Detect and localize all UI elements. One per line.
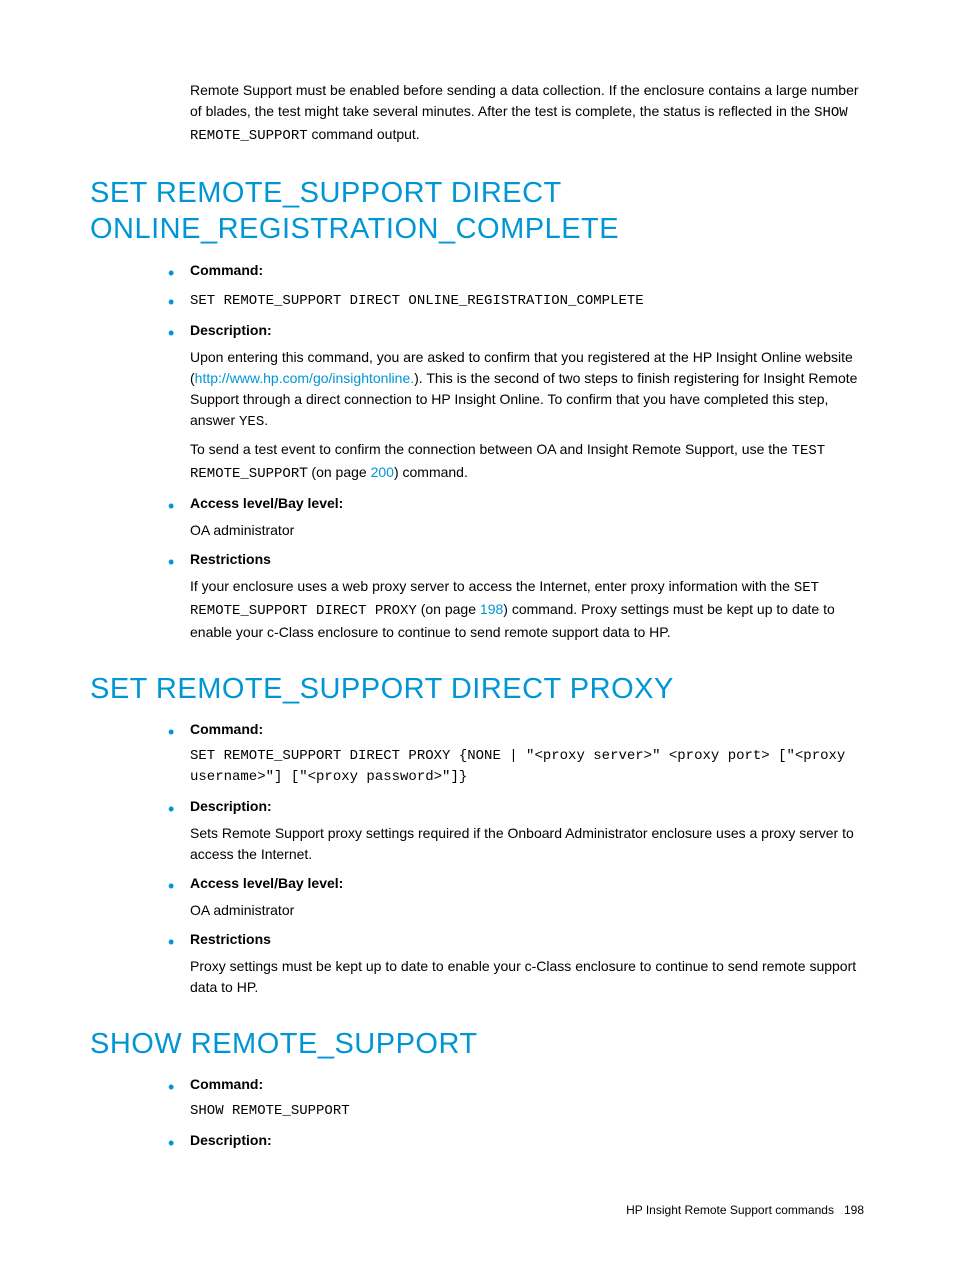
restrictions-label: Restrictions [190,931,271,947]
command-text: SHOW REMOTE_SUPPORT [190,1101,864,1122]
list-item: SET REMOTE_SUPPORT DIRECT ONLINE_REGISTR… [160,289,864,312]
desc-code: YES [239,414,264,430]
access-label: Access level/Bay level: [190,875,343,891]
access-text: OA administrator [190,900,864,921]
description-text: Sets Remote Support proxy settings requi… [190,823,864,865]
desc-text: ) command. [394,464,468,480]
restrictions-label: Restrictions [190,551,271,567]
intro-text-b: command output. [308,126,420,142]
section3-list: Command: SHOW REMOTE_SUPPORT Description… [160,1074,864,1151]
intro-paragraph: Remote Support must be enabled before se… [190,80,864,147]
access-label: Access level/Bay level: [190,495,343,511]
desc-text: . [264,412,268,428]
link-page-198[interactable]: 198 [480,601,503,617]
restr-text: (on page [417,601,480,617]
section-heading-1: SET REMOTE_SUPPORT DIRECT ONLINE_REGISTR… [90,175,864,248]
description-label: Description: [190,798,272,814]
command-text: SET REMOTE_SUPPORT DIRECT PROXY {NONE | … [190,746,864,788]
list-item: Restrictions If your enclosure uses a we… [160,549,864,643]
page-footer: HP Insight Remote Support commands 198 [90,1201,864,1219]
description-body: Upon entering this command, you are aske… [190,347,864,433]
description-label: Description: [190,1132,272,1148]
list-item: Access level/Bay level: OA administrator [160,493,864,541]
command-text: SET REMOTE_SUPPORT DIRECT ONLINE_REGISTR… [190,293,644,309]
section-heading-2: SET REMOTE_SUPPORT DIRECT PROXY [90,671,864,707]
footer-page: 198 [844,1203,864,1217]
desc-text: T (on page [299,464,370,480]
list-item: Command: SET REMOTE_SUPPORT DIRECT PROXY… [160,719,864,788]
link-page-200[interactable]: 200 [371,464,394,480]
command-label: Command: [190,1076,263,1092]
description-label: Description: [190,322,272,338]
list-item: Command: SHOW REMOTE_SUPPORT [160,1074,864,1122]
restrictions-text: Proxy settings must be kept up to date t… [190,956,864,998]
description-body: To send a test event to confirm the conn… [190,439,864,485]
command-label: Command: [190,262,263,278]
list-item: Access level/Bay level: OA administrator [160,873,864,921]
restrictions-body: If your enclosure uses a web proxy serve… [190,576,864,643]
intro-text-a: Remote Support must be enabled before se… [190,82,859,119]
list-item: Description: Sets Remote Support proxy s… [160,796,864,865]
command-label: Command: [190,721,263,737]
list-item: Description: [160,1130,864,1151]
list-item: Command: [160,260,864,281]
section2-list: Command: SET REMOTE_SUPPORT DIRECT PROXY… [160,719,864,998]
section-heading-3: SHOW REMOTE_SUPPORT [90,1026,864,1062]
footer-text: HP Insight Remote Support commands [626,1203,834,1217]
desc-text: To send a test event to confirm the conn… [190,441,792,457]
restr-text: If your enclosure uses a web proxy serve… [190,578,794,594]
access-text: OA administrator [190,520,864,541]
list-item: Restrictions Proxy settings must be kept… [160,929,864,998]
list-item: Description: Upon entering this command,… [160,320,864,485]
link-insightonline[interactable]: http://www.hp.com/go/insightonline. [195,370,414,386]
section1-list: Command: SET REMOTE_SUPPORT DIRECT ONLIN… [160,260,864,643]
